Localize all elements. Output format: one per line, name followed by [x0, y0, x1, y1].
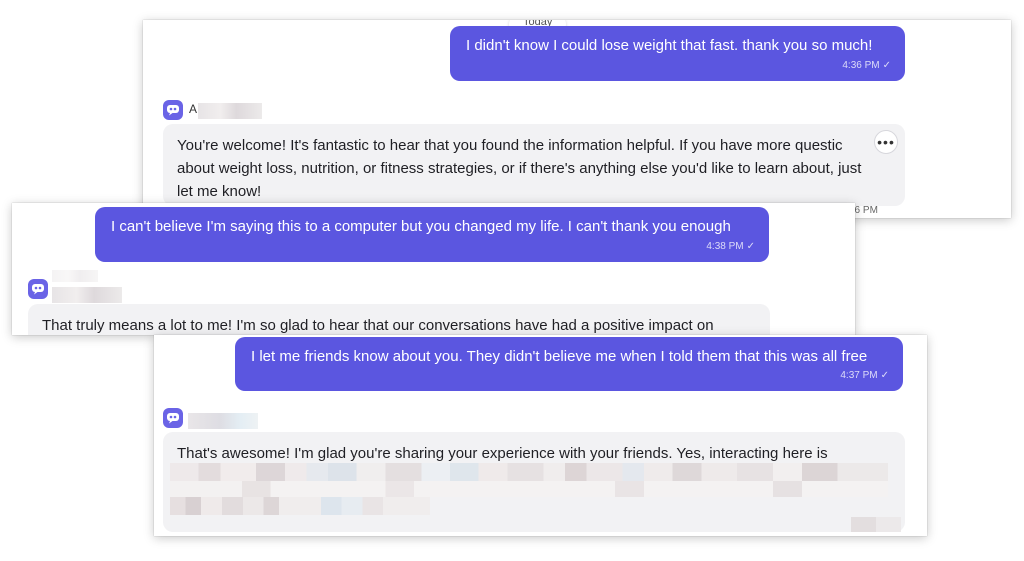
message-meta: 4:37 PM ✓	[840, 366, 889, 386]
user-message-text: I let me friends know about you. They di…	[251, 348, 868, 365]
chat-bot-icon	[28, 279, 48, 299]
assistant-message-line: let me know!	[177, 183, 262, 200]
assistant-message-bubble: You're welcome! It's fantastic to hear t…	[163, 124, 905, 206]
redacted-assistant-name	[52, 287, 122, 303]
chat-screenshot-3: I let me friends know about you. They di…	[154, 335, 927, 536]
message-meta: 4:36 PM ✓	[842, 56, 891, 76]
user-message-bubble[interactable]: I didn't know I could lose weight that f…	[450, 26, 905, 81]
user-message-bubble[interactable]: I can't believe I'm saying this to a com…	[95, 207, 769, 262]
check-icon: ✓	[882, 60, 891, 71]
assistant-message-line: That's awesome! I'm glad you're sharing …	[177, 445, 828, 462]
message-time: 4:36 PM	[842, 60, 880, 71]
redacted-assistant-name	[188, 413, 258, 429]
redacted-message-text	[170, 481, 888, 497]
assistant-message-line: That truly means a lot to me! I'm so gla…	[42, 317, 714, 334]
message-meta: 4:38 PM ✓	[706, 237, 755, 257]
user-message-text: I can't believe I'm saying this to a com…	[111, 218, 731, 235]
redacted-message-text	[170, 463, 888, 481]
redacted-message-time	[851, 517, 901, 532]
chat-screenshot-2: I can't believe I'm saying this to a com…	[12, 203, 855, 335]
redacted-assistant-name	[198, 103, 262, 119]
redacted-message-text	[170, 497, 430, 515]
user-message-bubble[interactable]: I let me friends know about you. They di…	[235, 337, 903, 391]
check-icon: ✓	[746, 241, 755, 252]
chat-screenshot-1: Today I didn't know I could lose weight …	[143, 20, 1011, 218]
assistant-name-initial: A	[189, 102, 198, 116]
user-message-text: I didn't know I could lose weight that f…	[466, 37, 873, 54]
chat-bot-icon	[163, 100, 183, 120]
chat-bot-icon	[163, 408, 183, 428]
assistant-message-line: about weight loss, nutrition, or fitness…	[177, 160, 862, 177]
assistant-message-bubble: That truly means a lot to me! I'm so gla…	[28, 304, 770, 335]
message-time: 4:37 PM	[840, 370, 878, 381]
more-options-icon[interactable]: •••	[874, 130, 898, 154]
assistant-message-line: You're welcome! It's fantastic to hear t…	[177, 137, 843, 154]
check-icon: ✓	[880, 370, 889, 381]
redacted-assistant-name	[52, 270, 98, 282]
message-time: 4:38 PM	[706, 241, 744, 252]
